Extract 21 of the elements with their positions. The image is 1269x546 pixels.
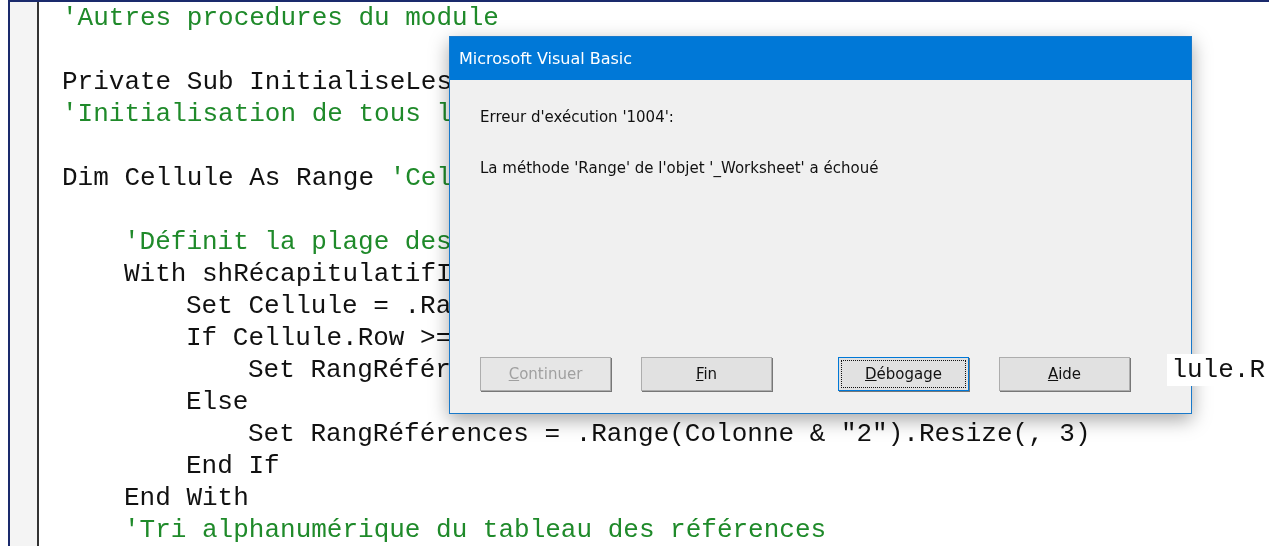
dialog-title: Microsoft Visual Basic — [450, 37, 1191, 80]
dialog-button[interactable]: Aide — [999, 357, 1130, 391]
code-text: With shRécapitulatifI — [124, 258, 452, 290]
code-text: Else — [186, 386, 249, 418]
dialog-button[interactable]: Fin — [641, 357, 772, 391]
code-comment: 'Autres procedures du module — [62, 2, 499, 34]
code-text: End If — [186, 450, 280, 482]
error-message: Erreur d'exécution '1004': — [480, 108, 675, 126]
code-text: Dim Cellule As Range — [62, 162, 376, 194]
code-text: Set RangRéfér — [248, 354, 451, 386]
code-comment: 'Tri alphanumérique du tableau des références — [124, 514, 827, 546]
dialog-button[interactable]: Débogage — [838, 357, 969, 391]
code-comment: 'Cel — [389, 162, 453, 194]
code-comment: 'Définit la plage des — [124, 226, 452, 258]
code-text: lule.R — [1167, 354, 1265, 386]
code-text: End With — [124, 482, 249, 514]
error-detail: La méthode 'Range' de l'objet '_Worksheet' a échoué — [480, 159, 880, 177]
code-text: Set Cellule = .Ra — [186, 290, 452, 322]
code-text: Private Sub InitialiseLes — [62, 66, 453, 98]
code-text: Set RangRéférences = .Range(Colonne & "2").Resize(, 3) — [248, 418, 1091, 450]
code-text: If Cellule.Row >= — [186, 322, 452, 354]
